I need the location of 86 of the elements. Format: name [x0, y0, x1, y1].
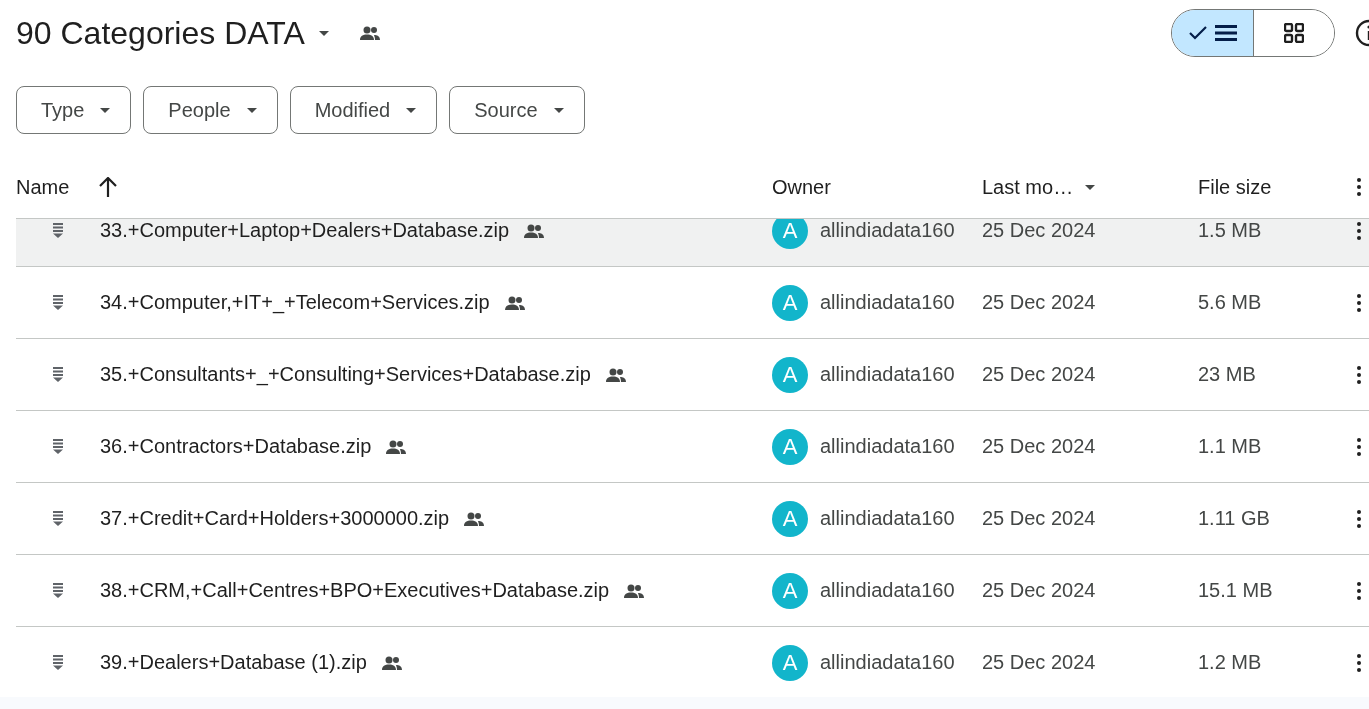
file-row[interactable]: 35.+Consultants+_+Consulting+Services+Database.zip A allindiadata160 25 Dec 2024 23 MB [16, 339, 1369, 411]
people-icon [463, 511, 486, 526]
zip-file-icon [52, 222, 64, 239]
owner-avatar: A [772, 644, 808, 681]
owner-avatar: A [772, 428, 808, 465]
column-header[interactable]: Owner [772, 175, 831, 198]
column-header[interactable]: Last mo… [982, 175, 1074, 199]
file-row[interactable]: 37.+Credit+Card+Holders+3000000.zip A allindiadata160 25 Dec 2024 1.11 GB [16, 483, 1369, 555]
filter-chip[interactable]: Modified [289, 86, 438, 134]
file-size: 1.2 MB [1198, 651, 1262, 673]
folder-title[interactable]: 90 Categories DATA [16, 14, 305, 52]
owner-name: allindiadata160 [820, 579, 955, 602]
file-name: 35.+Consultants+_+Consulting+Services+Database.zip [100, 363, 591, 386]
sort-caret-icon [1085, 184, 1096, 190]
more-icon[interactable] [1357, 653, 1361, 672]
filter-chip[interactable]: Type [16, 86, 132, 134]
owner-avatar: A [772, 572, 808, 609]
owner-name: allindiadata160 [820, 219, 955, 242]
filter-chip[interactable]: Source [449, 86, 585, 134]
file-size: 1.5 MB [1198, 219, 1262, 241]
caret-icon [406, 107, 417, 113]
owner-name: allindiadata160 [820, 435, 955, 458]
file-name: 37.+Credit+Card+Holders+3000000.zip [100, 507, 450, 530]
owner-avatar: A [772, 219, 808, 249]
file-row[interactable]: 38.+CRM,+Call+Centres+BPO+Executives+Database.zip A allindiadata160 25 Dec 2024 15.1 MB [16, 555, 1369, 627]
zip-file-icon [52, 582, 64, 599]
list-icon [1214, 25, 1237, 41]
more-icon[interactable] [1357, 221, 1361, 240]
zip-file-icon [52, 510, 64, 527]
caret-icon [246, 107, 257, 113]
file-name: 36.+Contractors+Database.zip [100, 435, 372, 458]
sort-arrow-icon[interactable] [99, 177, 118, 197]
people-icon [358, 26, 381, 40]
more-icon[interactable] [1357, 509, 1361, 528]
file-name: 34.+Computer,+IT+_+Telecom+Services.zip [100, 291, 490, 314]
grid-view-button[interactable] [1253, 10, 1334, 56]
owner-name: allindiadata160 [820, 363, 955, 386]
filter-chip[interactable]: People [143, 86, 278, 134]
file-row[interactable]: 36.+Contractors+Database.zip A allindiadata160 25 Dec 2024 1.1 MB [16, 411, 1369, 483]
people-icon [503, 295, 526, 310]
owner-name: allindiadata160 [820, 651, 955, 674]
file-name: 38.+CRM,+Call+Centres+BPO+Executives+Database.zip [100, 579, 610, 602]
modified-date: 25 Dec 2024 [982, 507, 1096, 529]
caret-icon [100, 107, 111, 113]
file-size: 5.6 MB [1198, 291, 1262, 313]
column-header[interactable]: Name [16, 175, 70, 199]
file-size: 1.11 GB [1198, 507, 1270, 529]
more-icon[interactable] [1357, 365, 1361, 384]
grid-icon [1284, 23, 1304, 43]
people-icon [604, 367, 627, 382]
owner-name: allindiadata160 [820, 291, 955, 314]
modified-date: 25 Dec 2024 [982, 579, 1096, 601]
file-name: 39.+Dealers+Database (1).zip [100, 651, 367, 674]
modified-date: 25 Dec 2024 [982, 219, 1096, 241]
file-size: 1.1 MB [1198, 435, 1262, 457]
modified-date: 25 Dec 2024 [982, 651, 1096, 673]
more-icon[interactable] [1357, 437, 1361, 456]
file-size: 23 MB [1198, 363, 1256, 385]
modified-date: 25 Dec 2024 [982, 435, 1096, 457]
file-size: 15.1 MB [1198, 579, 1273, 601]
more-icon[interactable] [1357, 178, 1361, 196]
owner-avatar: A [772, 284, 808, 321]
file-row[interactable]: 39.+Dealers+Database (1).zip A allindiadata160 25 Dec 2024 1.2 MB [16, 627, 1369, 697]
people-icon [385, 439, 408, 454]
caret-icon [553, 107, 564, 113]
column-header[interactable]: File size [1198, 175, 1272, 198]
file-row[interactable]: 33.+Computer+Laptop+Dealers+Database.zip A allindiadata160 25 Dec 2024 1.5 MB [16, 219, 1369, 267]
more-icon[interactable] [1357, 293, 1361, 312]
owner-name: allindiadata160 [820, 507, 955, 530]
owner-avatar: A [772, 356, 808, 393]
owner-avatar: A [772, 500, 808, 537]
zip-file-icon [52, 438, 64, 455]
people-icon [623, 583, 646, 598]
more-icon[interactable] [1357, 581, 1361, 600]
check-icon [1188, 26, 1207, 40]
people-icon [523, 223, 546, 238]
zip-file-icon [52, 366, 64, 383]
list-view-button[interactable] [1172, 10, 1253, 56]
people-icon [380, 655, 403, 670]
file-row[interactable]: 34.+Computer,+IT+_+Telecom+Services.zip A allindiadata160 25 Dec 2024 5.6 MB [16, 267, 1369, 339]
file-name: 33.+Computer+Laptop+Dealers+Database.zip [100, 219, 510, 242]
modified-date: 25 Dec 2024 [982, 291, 1096, 313]
zip-file-icon [52, 294, 64, 311]
dropdown-caret-icon [318, 30, 329, 36]
modified-date: 25 Dec 2024 [982, 363, 1096, 385]
zip-file-icon [52, 654, 64, 671]
